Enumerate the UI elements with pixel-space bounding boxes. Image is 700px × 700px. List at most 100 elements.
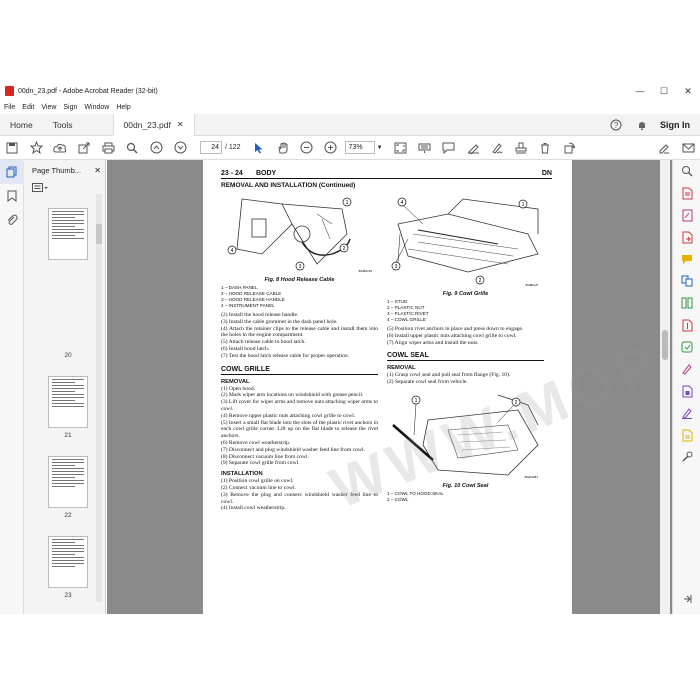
- main-toolbar: 24 / 122 73% ▼: [0, 136, 700, 160]
- hand-tool-icon[interactable]: [271, 136, 295, 160]
- keyboard-scroll-icon[interactable]: [413, 136, 437, 160]
- compress-pdf-icon[interactable]: [673, 314, 700, 336]
- page-thumbnails-panel: Page Thumb... ✕ 20 21 22 23: [24, 160, 106, 614]
- figure-10-caption: Fig. 10 Cowl Seal: [442, 482, 489, 489]
- fit-page-icon[interactable]: [389, 136, 413, 160]
- figure-hood-release-cable: 1 2 3 4 80d82746: [221, 193, 378, 275]
- cowl-grille-install-continued: (5) Position rivet anchors in place and …: [387, 326, 524, 346]
- zoom-out-icon[interactable]: [295, 136, 319, 160]
- save-icon[interactable]: [0, 136, 24, 160]
- thumbnail-options-icon[interactable]: [32, 179, 48, 197]
- zoom-level-select[interactable]: 73%: [344, 141, 375, 154]
- svg-text:3: 3: [395, 264, 398, 270]
- cowl-seal-removal-heading: REMOVAL: [387, 365, 416, 372]
- next-page-icon[interactable]: [168, 136, 192, 160]
- page-header-model: DN: [541, 170, 552, 177]
- page-number-input[interactable]: 24: [200, 141, 222, 154]
- zoom-chevron-down-icon[interactable]: ▼: [377, 145, 383, 151]
- cowl-seal-heading: COWL SEAL: [387, 352, 544, 362]
- stamp-tool-icon[interactable]: [673, 424, 700, 446]
- comment-icon[interactable]: [437, 136, 461, 160]
- pdf-page: 23 - 24 BODY DN REMOVAL AND INSTALLATION…: [203, 160, 672, 614]
- bookmark-star-icon[interactable]: [24, 136, 48, 160]
- thumbnail-label: 23: [64, 592, 72, 599]
- cowl-grille-removal-steps: (1) Open hood. (2) Mark wiper arm locati…: [221, 385, 378, 467]
- panel-close-icon[interactable]: ✕: [94, 166, 101, 175]
- close-button[interactable]: ✕: [676, 82, 700, 100]
- search-zoom-icon[interactable]: [673, 160, 700, 182]
- protect-icon[interactable]: [673, 380, 700, 402]
- tab-document[interactable]: 00dn_23.pdf ✕: [112, 113, 195, 136]
- fill-sign-tool-icon[interactable]: [673, 358, 700, 380]
- thumbnail-label: 21: [64, 432, 72, 439]
- edit-pdf-icon[interactable]: [673, 204, 700, 226]
- tab-close-icon[interactable]: ✕: [177, 120, 184, 129]
- comment-tool-icon[interactable]: [673, 248, 700, 270]
- create-pdf-icon[interactable]: [673, 182, 700, 204]
- menu-help[interactable]: Help: [116, 104, 130, 111]
- svg-text:1: 1: [415, 398, 418, 404]
- acrobat-app-icon: [5, 86, 14, 96]
- page-thumbnail[interactable]: [48, 536, 88, 588]
- tab-tools[interactable]: Tools: [43, 114, 83, 136]
- svg-text:2: 2: [479, 278, 482, 284]
- select-cursor-icon[interactable]: [247, 136, 271, 160]
- draw-icon[interactable]: [485, 136, 509, 160]
- page-thumbnail[interactable]: [48, 456, 88, 508]
- help-icon[interactable]: ?: [608, 117, 624, 133]
- previous-page-icon[interactable]: [144, 136, 168, 160]
- print-icon[interactable]: [96, 136, 120, 160]
- combine-files-icon[interactable]: [673, 270, 700, 292]
- email-icon[interactable]: [676, 136, 700, 160]
- page-thumbnail[interactable]: [48, 376, 88, 428]
- more-tools-icon[interactable]: [673, 446, 700, 468]
- thumbnail-label: 22: [64, 512, 72, 519]
- rotate-icon[interactable]: [557, 136, 581, 160]
- search-icon[interactable]: [120, 136, 144, 160]
- figure-code: 80d8ba7f: [525, 283, 538, 287]
- cloud-upload-icon[interactable]: [48, 136, 72, 160]
- page-thumbnails-icon[interactable]: [0, 160, 24, 184]
- document-viewer[interactable]: 23 - 24 BODY DN REMOVAL AND INSTALLATION…: [107, 160, 672, 614]
- figure-code: 80d82746: [359, 269, 373, 273]
- menu-sign[interactable]: Sign: [63, 104, 77, 111]
- scan-ocr-icon[interactable]: [673, 336, 700, 358]
- page-header: 23 - 24 BODY DN: [221, 170, 552, 179]
- highlight-pen-icon[interactable]: [461, 136, 485, 160]
- delete-icon[interactable]: [533, 136, 557, 160]
- zoom-in-icon[interactable]: [319, 136, 343, 160]
- page-header-number: 23 - 24: [221, 170, 243, 177]
- figure-8-legend: 1 – DASH PANEL 2 – HOOD RELEASE CABLE 3 …: [221, 285, 285, 308]
- window-title: 00dn_23.pdf - Adobe Acrobat Reader (32-b…: [18, 87, 158, 95]
- menu-edit[interactable]: Edit: [22, 104, 34, 111]
- thumbnail-scrollbar[interactable]: [96, 194, 102, 602]
- maximize-button[interactable]: ☐: [652, 82, 676, 100]
- collapse-pane-icon[interactable]: [673, 588, 700, 610]
- sign-in-link[interactable]: Sign In: [660, 120, 690, 130]
- notification-bell-icon[interactable]: [634, 117, 650, 133]
- organize-pages-icon[interactable]: [673, 292, 700, 314]
- removal-heading: REMOVAL: [221, 378, 250, 385]
- minimize-button[interactable]: —: [628, 82, 652, 100]
- share-icon[interactable]: [72, 136, 96, 160]
- bookmarks-icon[interactable]: [0, 184, 24, 208]
- send-for-signature-icon[interactable]: [673, 402, 700, 424]
- svg-text:?: ?: [614, 121, 619, 130]
- svg-text:3: 3: [299, 264, 302, 270]
- export-pdf-icon[interactable]: [673, 226, 700, 248]
- thumbnail-label: 20: [64, 352, 72, 359]
- tab-home[interactable]: Home: [0, 114, 43, 136]
- attachments-paperclip-icon[interactable]: [0, 208, 24, 232]
- menu-view[interactable]: View: [41, 104, 56, 111]
- figure-8-caption: Fig. 8 Hood Release Cable: [264, 277, 335, 283]
- document-scrollbar[interactable]: [660, 160, 670, 614]
- stamp-icon[interactable]: [509, 136, 533, 160]
- page-thumbnail[interactable]: [48, 208, 88, 260]
- menu-window[interactable]: Window: [84, 104, 109, 111]
- cowl-grille-heading: COWL GRILLE: [221, 366, 378, 375]
- tab-bar: Home Tools 00dn_23.pdf ✕ ? Sign In: [0, 113, 700, 136]
- menu-bar: File Edit View Sign Window Help: [0, 100, 700, 114]
- fill-sign-icon[interactable]: [652, 136, 676, 160]
- title-bar: 00dn_23.pdf - Adobe Acrobat Reader (32-b…: [0, 82, 700, 100]
- menu-file[interactable]: File: [4, 104, 15, 111]
